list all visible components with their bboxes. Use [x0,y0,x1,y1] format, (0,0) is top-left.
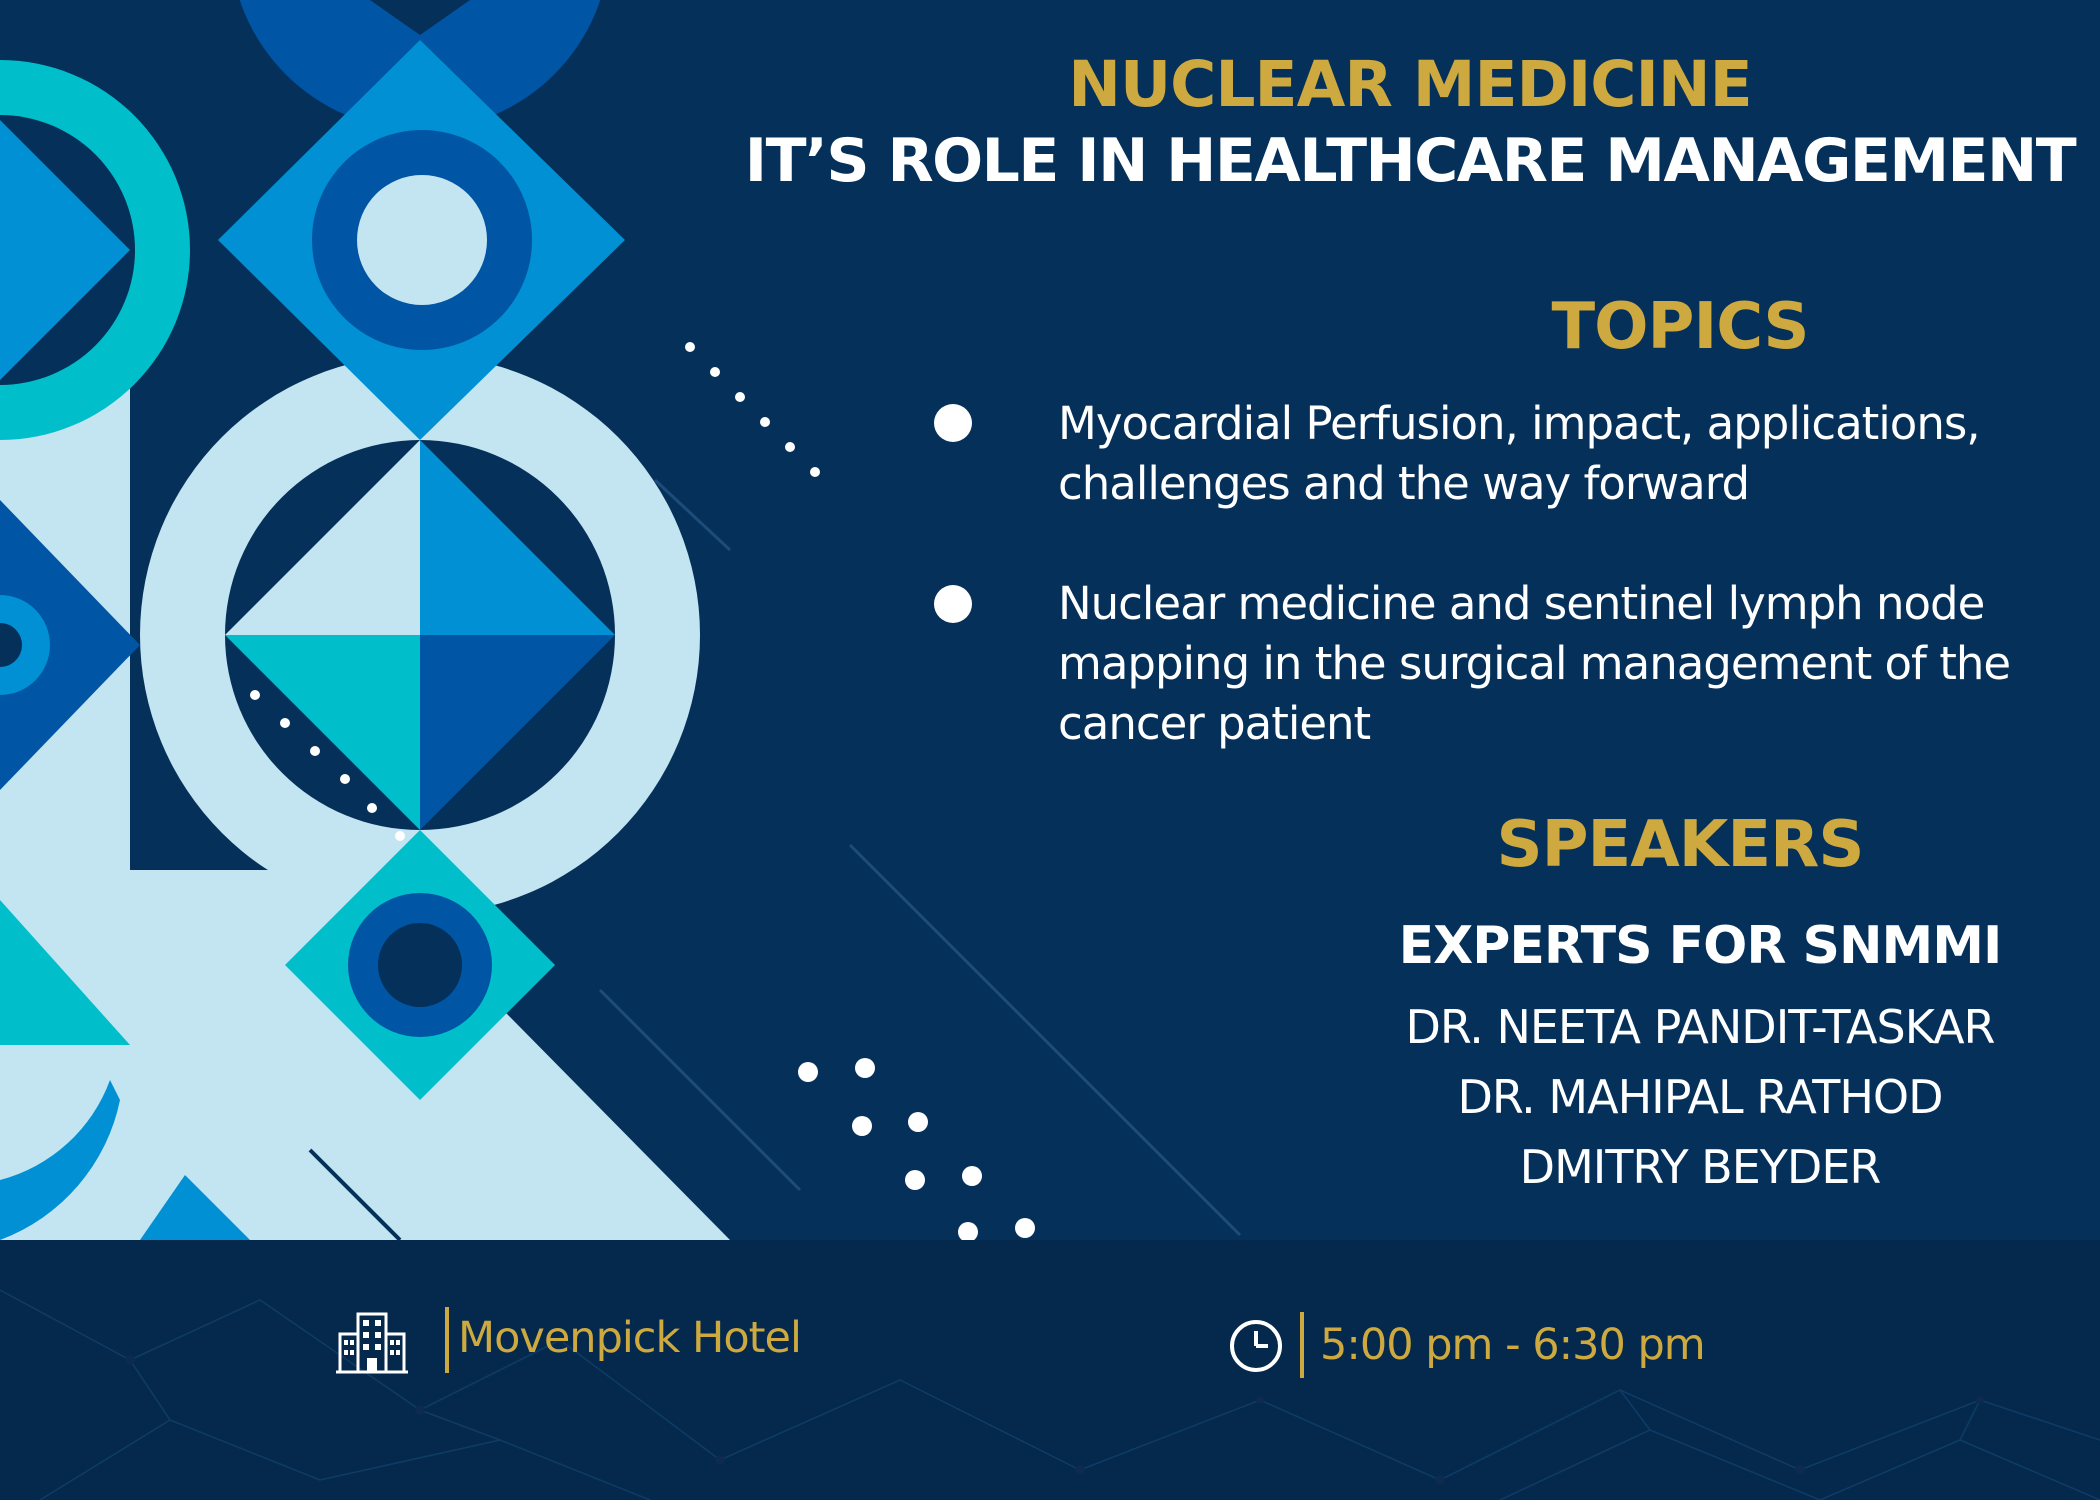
topic-bullet [934,404,972,442]
venue-divider [445,1307,449,1373]
hotel-building-icon [336,1312,408,1374]
topic-bullet [934,585,972,623]
speaker-group: EXPERTS FOR SNMMI [1398,916,2003,976]
topic-line: Nuclear medicine and sentinel lymph node [1058,577,1985,630]
topic-line: cancer patient [1058,697,1371,750]
time-text: 5:00 pm - 6:30 pm [1320,1320,1706,1370]
topic-line: Myocardial Perfusion, impact, applicatio… [1058,397,1981,450]
speaker-name: DR. NEETA PANDIT-TASKAR [1405,1000,1995,1054]
topics-heading: TOPICS [1551,290,1809,364]
event-subtitle: IT’S ROLE IN HEALTHCARE MANAGEMENT [744,126,2077,196]
topic-item: Myocardial Perfusion, impact, applicatio… [1058,394,2088,514]
clock-icon [1230,1320,1282,1372]
event-poster: NUCLEAR MEDICINE IT’S ROLE IN HEALTHCARE… [0,0,2100,1500]
event-title: NUCLEAR MEDICINE [1068,48,1752,121]
topic-line: challenges and the way forward [1058,457,1750,510]
speaker-name: DMITRY BEYDER [1519,1140,1882,1194]
topic-line: mapping in the surgical management of th… [1058,637,2011,690]
speaker-name: DR. MAHIPAL RATHOD [1457,1070,1943,1124]
venue-text: Movenpick Hotel [458,1313,802,1363]
time-divider [1300,1312,1304,1378]
topic-item: Nuclear medicine and sentinel lymph node… [1058,574,2088,754]
speakers-heading: SPEAKERS [1496,808,1865,882]
